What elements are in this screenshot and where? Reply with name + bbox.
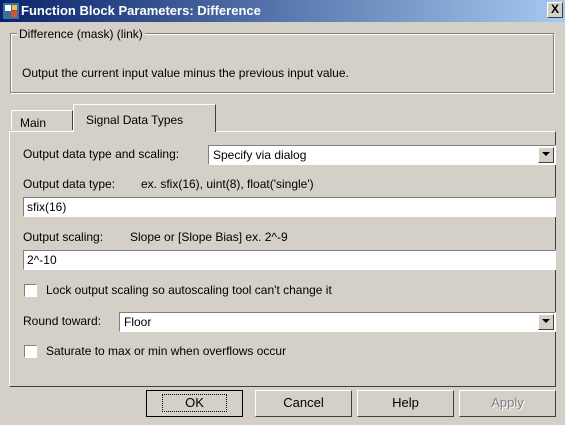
cancel-button-label: Cancel — [283, 395, 324, 410]
round-toward-label: Round toward: — [23, 314, 102, 328]
output-dtype-label: Output data type: — [23, 177, 116, 191]
output-dtype-scaling-value: Specify via dialog — [213, 148, 307, 162]
output-scaling-field[interactable] — [23, 250, 556, 270]
tab-signal-data-types[interactable]: Signal Data Types — [73, 104, 216, 132]
close-button[interactable]: X — [547, 2, 563, 18]
simulink-block-icon — [3, 3, 19, 19]
output-dtype-hint: ex. sfix(16), uint(8), float('single') — [141, 177, 314, 191]
tab-main-label: Main — [20, 116, 47, 130]
apply-button-label: Apply — [491, 395, 524, 410]
round-toward-value: Floor — [124, 315, 152, 329]
output-scaling-hint: Slope or [Slope Bias] ex. 2^-9 — [130, 230, 288, 244]
help-button-label: Help — [392, 395, 419, 410]
output-scaling-label: Output scaling: — [23, 230, 104, 244]
apply-button[interactable]: Apply — [459, 390, 556, 417]
saturate-label: Saturate to max or min when overflows oc… — [46, 344, 287, 358]
ok-button[interactable]: OK — [146, 390, 243, 417]
output-dtype-scaling-label: Output data type and scaling: — [23, 147, 180, 161]
group-title: Difference (mask) (link) — [17, 27, 145, 41]
output-dtype-scaling-dropdown[interactable]: Specify via dialog — [208, 145, 556, 165]
ok-button-label: OK — [162, 394, 227, 412]
chevron-down-icon[interactable] — [538, 314, 554, 330]
window-title: Function Block Parameters: Difference — [21, 3, 261, 18]
saturate-checkbox[interactable] — [24, 345, 37, 358]
description-group — [10, 33, 554, 93]
round-toward-dropdown[interactable]: Floor — [119, 312, 556, 332]
output-dtype-field[interactable] — [23, 197, 556, 217]
tab-main[interactable]: Main — [11, 110, 73, 130]
chevron-down-icon[interactable] — [538, 147, 554, 163]
close-icon: X — [550, 2, 559, 16]
cancel-button[interactable]: Cancel — [255, 390, 352, 417]
lock-scaling-checkbox[interactable] — [24, 284, 37, 297]
help-button[interactable]: Help — [357, 390, 454, 417]
tab-signal-data-types-label: Signal Data Types — [86, 113, 184, 127]
title-bar: Function Block Parameters: Difference X — [0, 0, 565, 22]
lock-scaling-label: Lock output scaling so autoscaling tool … — [46, 283, 332, 297]
block-description: Output the current input value minus the… — [22, 66, 349, 80]
